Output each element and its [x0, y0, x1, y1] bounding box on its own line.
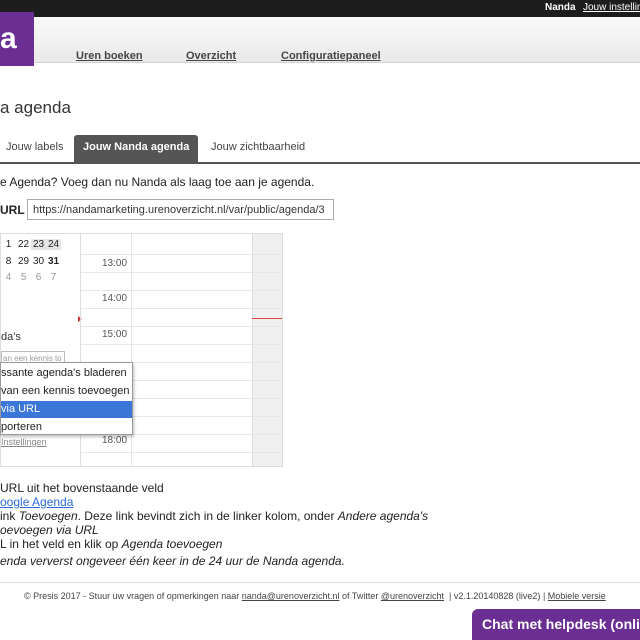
tab-zichtbaarheid[interactable]: Jouw zichtbaarheid [211, 135, 305, 162]
page-title: a agenda [0, 98, 71, 117]
mini-day: 6 [35, 272, 42, 283]
time-label: 18:00 [102, 435, 128, 446]
instruction-steps: URL uit het bovenstaande veld oogle Agen… [0, 481, 428, 551]
footer-text: © Presis 2017 - Stuur uw vragen of opmer… [24, 591, 606, 601]
mini-day: 23 [31, 239, 46, 250]
mobile-version-link[interactable]: Mobiele versie [548, 591, 606, 601]
grid-line [81, 344, 282, 345]
menu-item-browse: ssante agenda's bladeren [1, 367, 127, 379]
email-link[interactable]: nanda@urenoverzicht.nl [242, 591, 340, 601]
mini-day: 29 [17, 256, 30, 267]
url-label: URL [0, 203, 25, 217]
other-agendas-label: da's [1, 331, 21, 343]
mini-calendar-row: 1 22 23 24 [1, 239, 61, 253]
mini-calendar-row: 8 29 30 31 [1, 256, 61, 270]
mini-day: 8 [5, 256, 12, 267]
step-emphasis: oevoegen via URL [0, 523, 99, 537]
logo[interactable]: a [0, 12, 34, 66]
version-text: v2.1.20140828 (live2) [453, 591, 541, 601]
username: Nanda [545, 2, 576, 13]
step-line: ink Toevoegen. Deze link bevindt zich in… [0, 509, 428, 523]
grid-line [81, 452, 282, 453]
step-line: URL uit het bovenstaande veld [0, 481, 164, 495]
instellingen-link: Instellingen [1, 437, 47, 447]
top-bar: Nanda Jouw instellingen [0, 0, 640, 17]
settings-link[interactable]: Jouw instellingen [583, 2, 640, 13]
mini-day: 31 [47, 256, 60, 267]
step-line: oogle Agenda [0, 495, 428, 509]
current-time-line [252, 318, 282, 319]
intro-text: e Agenda? Voeg dan nu Nanda als laag toe… [0, 175, 315, 189]
step-line: oevoegen via URL [0, 523, 428, 537]
mini-day: 24 [46, 239, 61, 250]
agenda-url-field[interactable] [27, 199, 334, 220]
nav-configuratiepaneel[interactable]: Configuratiepaneel [281, 50, 381, 62]
tab-bar: Jouw labels Jouw Nanda agenda Jouw zicht… [0, 135, 640, 164]
nav-uren-boeken[interactable]: Uren boeken [76, 50, 143, 62]
twitter-text: of Twitter [341, 591, 379, 601]
refresh-note: enda ververst ongeveer één keer in de 24… [0, 554, 345, 568]
step-emphasis: Agenda toevoegen [121, 537, 223, 551]
step-text: L in het veld en klik op [0, 537, 122, 551]
menu-item-via-url: via URL [1, 401, 132, 418]
menu-item-import: porteren [1, 421, 42, 433]
mini-day: 4 [5, 272, 12, 283]
header: Uren boeken Overzicht Configuratiepaneel [0, 17, 640, 63]
chat-helpdesk-button[interactable]: Chat met helpdesk (online) [472, 609, 640, 640]
nav-overzicht[interactable]: Overzicht [186, 50, 236, 62]
time-label: 13:00 [102, 258, 128, 269]
mini-day: 7 [50, 272, 57, 283]
mini-day: 30 [32, 256, 45, 267]
time-label: 14:00 [102, 293, 128, 304]
tab-labels[interactable]: Jouw labels [6, 135, 63, 162]
step-text: ink [0, 509, 19, 523]
tab-nanda-agenda[interactable]: Jouw Nanda agenda [74, 135, 199, 162]
copyright-text: © Presis 2017 - Stuur uw vragen of opmer… [24, 591, 240, 601]
step-text: . Deze link bevindt zich in de linker ko… [77, 509, 338, 523]
time-label: 15:00 [102, 329, 128, 340]
grid-line [81, 326, 282, 327]
grid-line [81, 290, 282, 291]
footer: © Presis 2017 - Stuur uw vragen of opmer… [0, 582, 640, 612]
add-agenda-menu: ssante agenda's bladeren van een kennis … [0, 362, 133, 435]
mini-calendar-row: 4567 [1, 272, 61, 286]
today-column [252, 234, 282, 466]
step-emphasis: Toevoegen [18, 509, 78, 523]
mini-day: 1 [5, 239, 12, 250]
mini-day: 22 [17, 239, 30, 250]
grid-line [81, 254, 282, 255]
twitter-link[interactable]: @urenoverzicht [381, 591, 444, 601]
menu-item-add-contact: van een kennis toevoegen [1, 385, 130, 397]
grid-line [81, 272, 282, 273]
step-emphasis: Andere agenda's [337, 509, 429, 523]
mini-day: 5 [20, 272, 27, 283]
google-agenda-link[interactable]: oogle Agenda [0, 495, 73, 509]
step-line: L in het veld en klik op Agenda toevoege… [0, 537, 428, 551]
grid-line [81, 308, 282, 309]
